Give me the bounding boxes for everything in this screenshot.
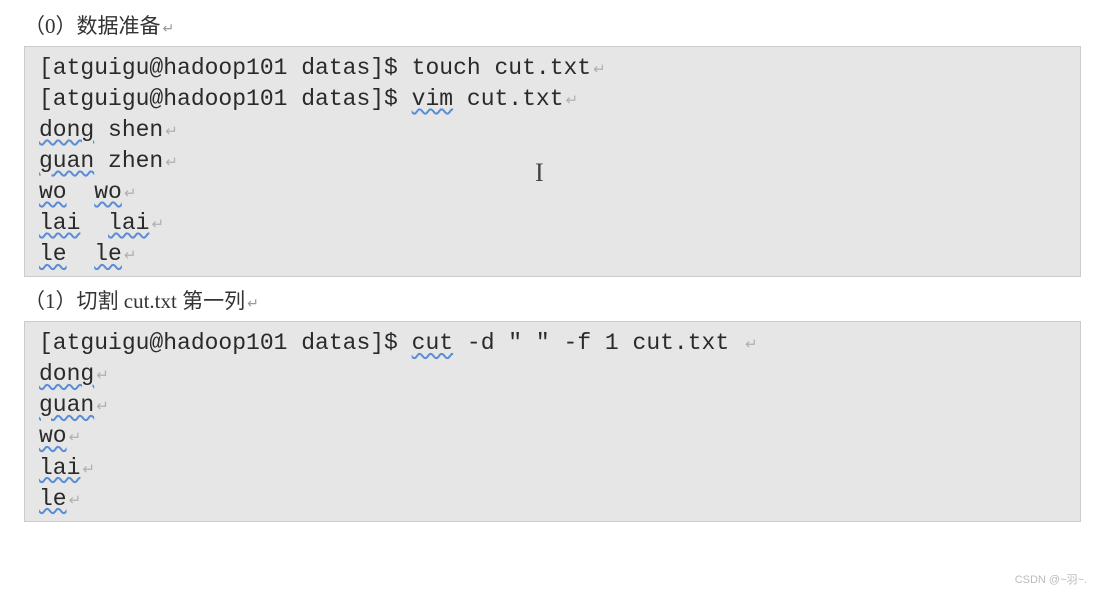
code-line: [atguigu@hadoop101 datas]$ cut -d " " -f… xyxy=(39,328,1068,359)
code-line: le le↵ xyxy=(39,239,1068,270)
return-mark: ↵ xyxy=(165,123,178,140)
code-line: [atguigu@hadoop101 datas]$ vim cut.txt↵ xyxy=(39,84,1068,115)
data-text xyxy=(67,241,95,267)
section-1-title: （1）切割 cut.txt 第一列↵ xyxy=(24,285,1089,315)
code-line: lai↵ xyxy=(39,453,1068,484)
return-mark: ↵ xyxy=(247,295,259,311)
return-mark: ↵ xyxy=(124,185,137,202)
data-text: le xyxy=(94,241,122,267)
section-0-title: （0）数据准备↵ xyxy=(24,10,1089,40)
codeblock-1: [atguigu@hadoop101 datas]$ cut -d " " -f… xyxy=(24,321,1081,521)
data-text: wo xyxy=(39,179,67,205)
prompt-text: [atguigu@hadoop101 datas]$ xyxy=(39,86,412,112)
return-mark: ↵ xyxy=(96,398,109,415)
watermark: CSDN @~羽~. xyxy=(1015,571,1087,587)
cmd-text: vim xyxy=(412,86,453,112)
data-text: shen xyxy=(94,117,163,143)
code-line: lai lai↵ xyxy=(39,208,1068,239)
code-line: guan↵ xyxy=(39,390,1068,421)
data-text: guan xyxy=(39,148,94,174)
data-text: wo xyxy=(94,179,122,205)
return-mark: ↵ xyxy=(96,367,109,384)
codeblock-0: [atguigu@hadoop101 datas]$ touch cut.txt… xyxy=(24,46,1081,277)
output-text: le xyxy=(39,486,67,512)
return-mark: ↵ xyxy=(82,461,95,478)
code-line: wo wo↵ xyxy=(39,177,1068,208)
return-mark: ↵ xyxy=(163,20,175,36)
data-text xyxy=(67,179,95,205)
return-mark: ↵ xyxy=(151,216,164,233)
data-text xyxy=(80,210,108,236)
code-line: guan zhen↵ xyxy=(39,146,1068,177)
data-text: le xyxy=(39,241,67,267)
code-line: le↵ xyxy=(39,484,1068,515)
output-text: dong xyxy=(39,361,94,387)
cmd-text: -d " " -f 1 cut.txt xyxy=(453,330,743,356)
section-0-title-text: （0）数据准备 xyxy=(24,14,161,38)
data-text: lai xyxy=(108,210,149,236)
cmd-text: touch cut.txt xyxy=(412,55,591,81)
data-text: lai xyxy=(39,210,80,236)
output-text: wo xyxy=(39,423,67,449)
code-line: wo↵ xyxy=(39,421,1068,452)
data-text: zhen xyxy=(94,148,163,174)
return-mark: ↵ xyxy=(593,61,606,78)
return-mark: ↵ xyxy=(745,336,758,353)
data-text: dong xyxy=(39,117,94,143)
code-line: dong shen↵ xyxy=(39,115,1068,146)
return-mark: ↵ xyxy=(69,429,82,446)
code-line: [atguigu@hadoop101 datas]$ touch cut.txt… xyxy=(39,53,1068,84)
output-text: lai xyxy=(39,455,80,481)
prompt-text: [atguigu@hadoop101 datas]$ xyxy=(39,55,412,81)
return-mark: ↵ xyxy=(566,92,579,109)
return-mark: ↵ xyxy=(165,154,178,171)
text-cursor-icon: I xyxy=(535,155,544,190)
cmd-text: cut.txt xyxy=(453,86,563,112)
code-line: dong↵ xyxy=(39,359,1068,390)
cmd-text: cut xyxy=(412,330,453,356)
prompt-text: [atguigu@hadoop101 datas]$ xyxy=(39,330,412,356)
return-mark: ↵ xyxy=(124,247,137,264)
section-1-title-text: （1）切割 cut.txt 第一列 xyxy=(24,289,245,313)
output-text: guan xyxy=(39,392,94,418)
return-mark: ↵ xyxy=(69,492,82,509)
